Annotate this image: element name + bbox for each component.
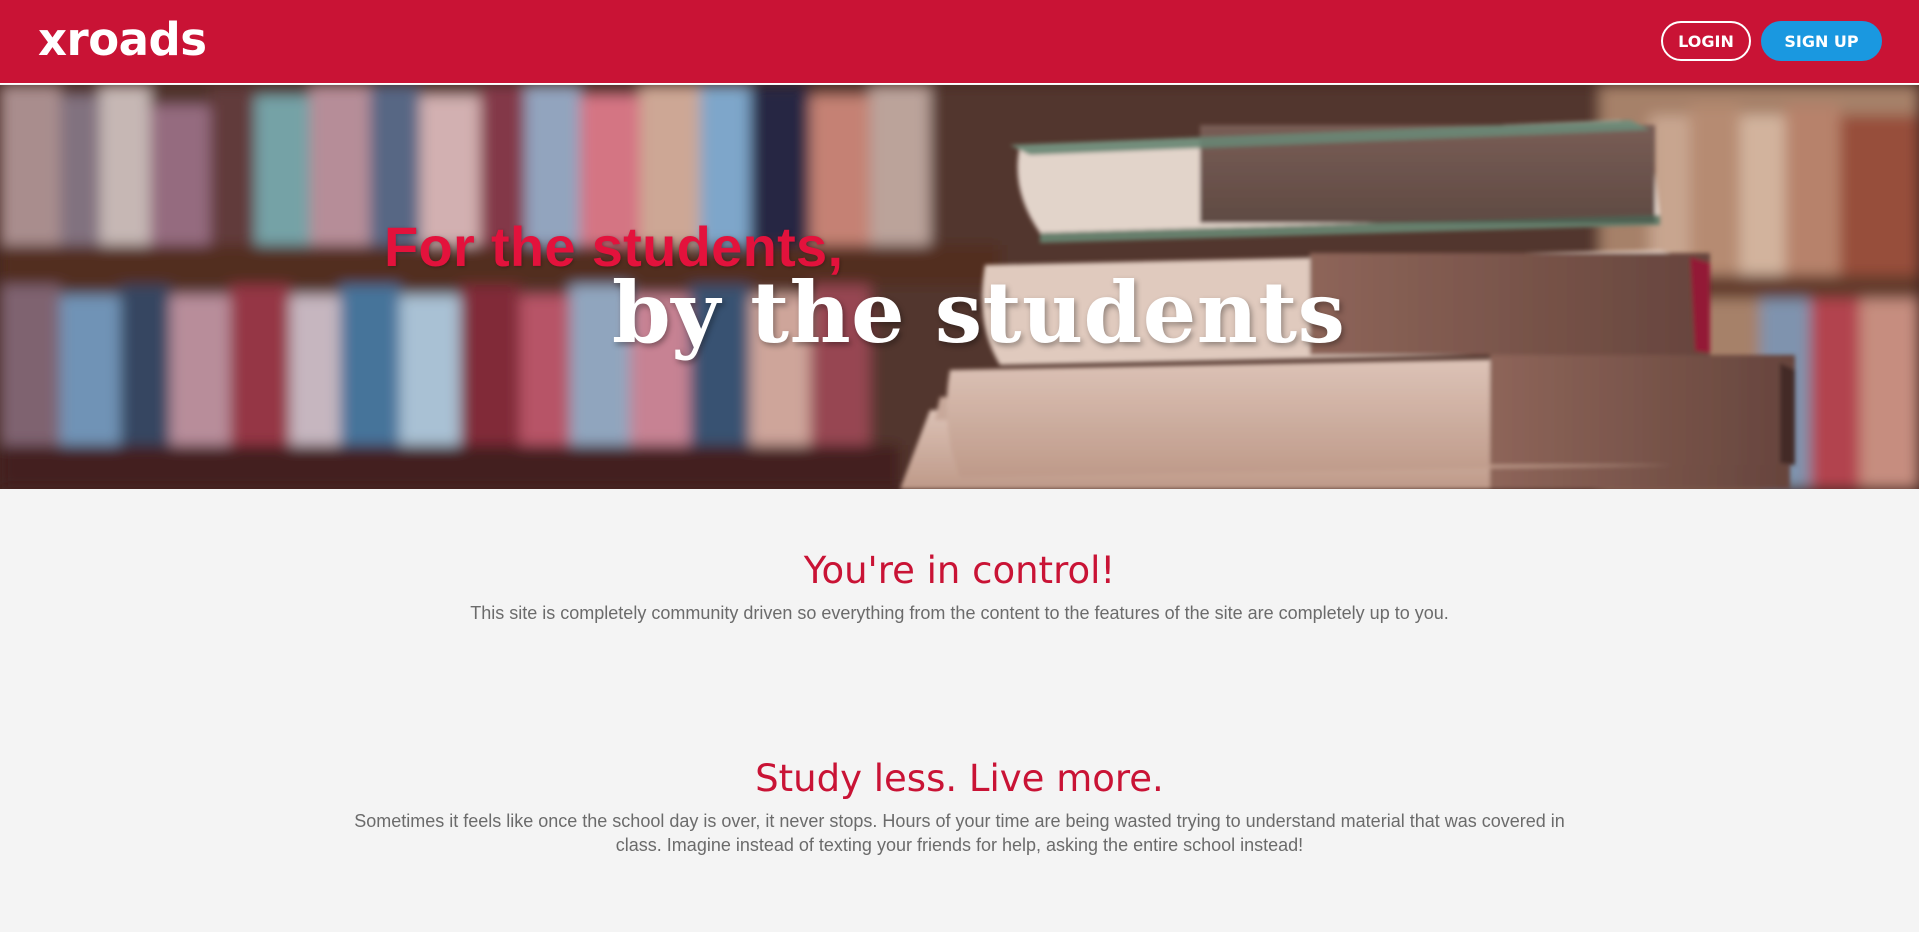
section-heading: Study less. Live more. bbox=[755, 757, 1164, 800]
top-navbar: xroads LOGIN SIGN UP bbox=[0, 0, 1919, 84]
login-button[interactable]: LOGIN bbox=[1661, 21, 1751, 61]
section-body: This site is completely community driven… bbox=[470, 603, 1449, 623]
section-body: Sometimes it feels like once the school … bbox=[354, 811, 1565, 855]
hero-tagline-line2: by the students bbox=[612, 263, 1346, 362]
hero-banner: For the students, by the students bbox=[0, 85, 1919, 489]
section-heading: You're in control! bbox=[803, 549, 1116, 592]
feature-section-study: Study less. Live more. Sometimes it feel… bbox=[0, 757, 1919, 857]
feature-section-control: You're in control! This site is complete… bbox=[0, 549, 1919, 625]
signup-button[interactable]: SIGN UP bbox=[1761, 21, 1882, 61]
site-logo[interactable]: xroads bbox=[38, 13, 207, 67]
